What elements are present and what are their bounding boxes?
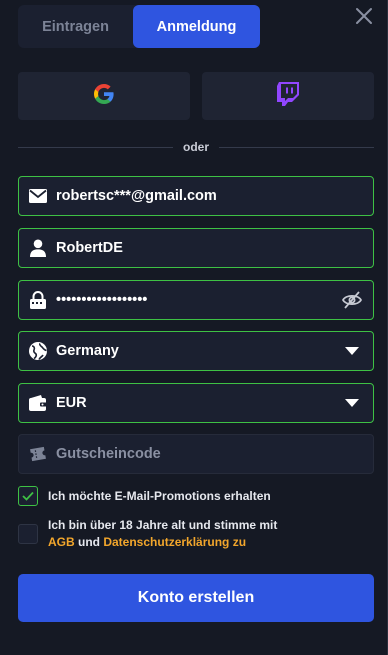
email-value: robertsc***@gmail.com	[56, 188, 217, 204]
chevron-down-icon[interactable]	[342, 341, 362, 361]
eye-slash-icon[interactable]	[342, 290, 362, 310]
country-value: Germany	[56, 343, 119, 359]
terms-text: Ich bin über 18 Jahre alt und stimme mit	[48, 518, 278, 532]
tab-register[interactable]: Eintragen	[18, 5, 133, 48]
user-icon	[28, 238, 48, 258]
agb-link[interactable]: AGB	[48, 535, 75, 549]
promo-label: Ich möchte E-Mail-Promotions erhalten	[48, 489, 271, 503]
wallet-icon	[28, 393, 48, 413]
chevron-down-icon[interactable]	[342, 393, 362, 413]
twitch-icon	[277, 81, 299, 111]
globe-icon	[28, 341, 48, 361]
currency-select[interactable]: EUR	[18, 383, 374, 423]
terms-checkbox-row: Ich bin über 18 Jahre alt und stimme mit…	[18, 517, 277, 551]
promo-checkbox[interactable]	[18, 486, 38, 506]
password-field[interactable]: ••••••••••••••••••	[18, 280, 374, 320]
create-account-button[interactable]: Konto erstellen	[18, 574, 374, 622]
privacy-link[interactable]: Datenschutzerklärung zu	[103, 535, 246, 549]
currency-value: EUR	[56, 395, 87, 411]
google-icon	[92, 82, 116, 111]
promo-checkbox-row: Ich möchte E-Mail-Promotions erhalten	[18, 486, 271, 506]
email-field[interactable]: robertsc***@gmail.com	[18, 176, 374, 216]
twitch-login-button[interactable]	[202, 72, 374, 120]
terms-checkbox[interactable]	[18, 524, 38, 544]
auth-tabs: Eintragen Anmeldung	[18, 5, 260, 48]
coupon-placeholder: Gutscheincode	[56, 446, 161, 462]
or-divider: oder	[18, 138, 374, 158]
divider-line-right	[219, 147, 374, 148]
tab-login[interactable]: Anmeldung	[133, 5, 260, 48]
coupon-field[interactable]: Gutscheincode	[18, 434, 374, 474]
terms-and: und	[74, 535, 104, 549]
ticket-icon	[28, 444, 48, 464]
envelope-icon	[28, 186, 48, 206]
lock-icon	[28, 290, 48, 310]
username-field[interactable]: RobertDE	[18, 228, 374, 268]
username-value: RobertDE	[56, 240, 123, 256]
google-login-button[interactable]	[18, 72, 190, 120]
terms-label: Ich bin über 18 Jahre alt und stimme mit…	[48, 517, 277, 551]
check-icon	[22, 491, 34, 501]
close-icon[interactable]	[353, 5, 375, 27]
password-value: ••••••••••••••••••	[56, 292, 148, 308]
country-select[interactable]: Germany	[18, 331, 374, 371]
register-modal: Eintragen Anmeldung oder robertsc***@gma…	[0, 0, 388, 655]
